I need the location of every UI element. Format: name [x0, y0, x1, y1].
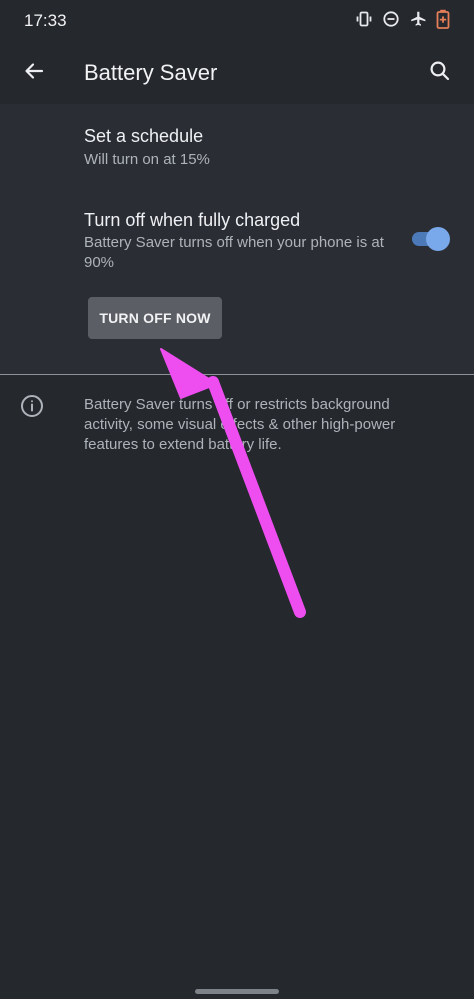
status-icons — [355, 9, 450, 29]
toggle-thumb — [426, 227, 450, 251]
fully-charged-summary: Battery Saver turns off when your phone … — [84, 234, 384, 271]
arrow-back-icon — [23, 60, 45, 87]
battery-saver-description: Battery Saver turns off or restricts bac… — [84, 396, 396, 453]
status-time: 17:33 — [24, 11, 67, 30]
page-title: Battery Saver — [84, 60, 218, 85]
battery-saver-icon — [436, 9, 450, 29]
set-schedule-row[interactable]: Set a schedule Will turn on at 15% — [0, 117, 474, 175]
airplane-icon — [409, 10, 427, 28]
app-bar: Battery Saver — [0, 42, 474, 104]
back-button[interactable] — [16, 55, 52, 91]
gesture-navigation-bar[interactable] — [195, 989, 279, 994]
do-not-disturb-icon — [382, 10, 400, 28]
turn-off-now-button[interactable]: TURN OFF NOW — [88, 297, 222, 339]
fully-charged-row[interactable]: Turn off when fully charged Battery Save… — [0, 202, 474, 276]
fully-charged-toggle[interactable] — [412, 226, 450, 252]
set-schedule-title: Set a schedule — [84, 126, 204, 146]
info-icon — [20, 394, 44, 418]
set-schedule-summary: Will turn on at 15% — [84, 151, 210, 168]
fully-charged-title: Turn off when fully charged — [84, 210, 301, 230]
section-divider — [0, 374, 474, 375]
vibrate-icon — [355, 10, 373, 28]
search-button[interactable] — [422, 55, 458, 91]
status-bar: 17:33 — [0, 0, 474, 42]
search-icon — [429, 60, 451, 87]
